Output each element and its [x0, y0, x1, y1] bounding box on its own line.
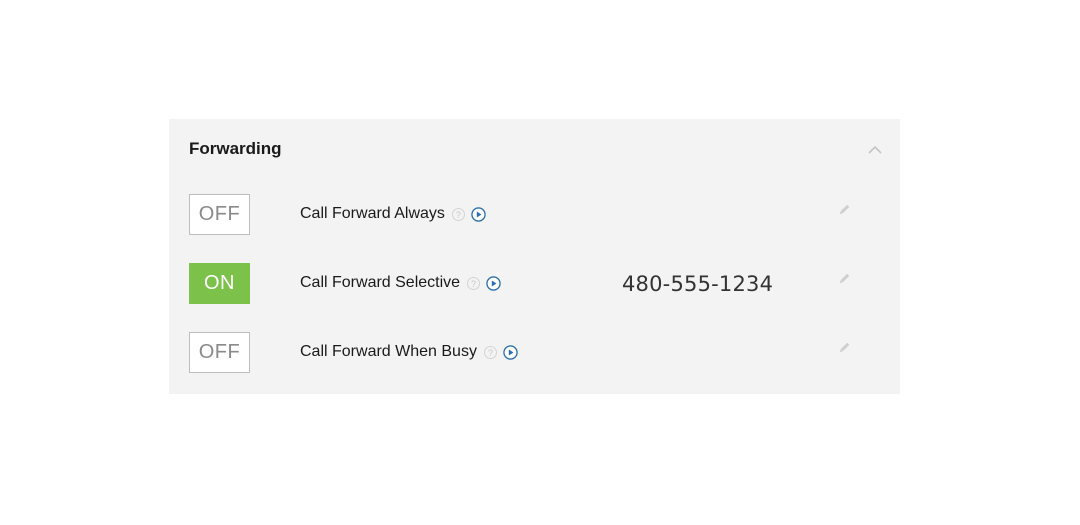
pencil-icon[interactable] — [837, 203, 851, 217]
forward-busy-toggle[interactable]: OFF — [189, 332, 250, 373]
help-icon[interactable]: ? — [451, 207, 465, 221]
forward-always-toggle[interactable]: OFF — [189, 194, 250, 235]
forward-selective-toggle[interactable]: ON — [189, 263, 250, 304]
forward-selective-row: ON Call Forward Selective ? 480-555-1234 — [169, 263, 900, 307]
forward-selective-number: 480-555-1234 — [622, 272, 774, 296]
help-icon[interactable]: ? — [483, 345, 497, 359]
forward-selective-label: Call Forward Selective — [300, 274, 461, 291]
forwarding-panel: Forwarding OFF Call Forward Always ? ON … — [169, 119, 900, 394]
forward-busy-label-group: Call Forward When Busy ? — [300, 343, 518, 361]
forward-selective-label-group: Call Forward Selective ? — [300, 274, 501, 292]
play-circle-icon[interactable] — [486, 275, 501, 291]
pencil-icon[interactable] — [837, 341, 851, 355]
forward-always-row: OFF Call Forward Always ? — [169, 194, 900, 238]
panel-title: Forwarding — [189, 139, 282, 158]
chevron-up-icon[interactable] — [868, 145, 882, 155]
play-circle-icon[interactable] — [503, 344, 518, 360]
forward-always-label: Call Forward Always — [300, 205, 445, 222]
forward-busy-row: OFF Call Forward When Busy ? — [169, 332, 900, 376]
pencil-icon[interactable] — [837, 272, 851, 286]
help-icon[interactable]: ? — [467, 276, 481, 290]
forward-busy-label: Call Forward When Busy — [300, 343, 477, 360]
play-circle-icon[interactable] — [471, 206, 486, 222]
forward-always-label-group: Call Forward Always ? — [300, 205, 486, 223]
